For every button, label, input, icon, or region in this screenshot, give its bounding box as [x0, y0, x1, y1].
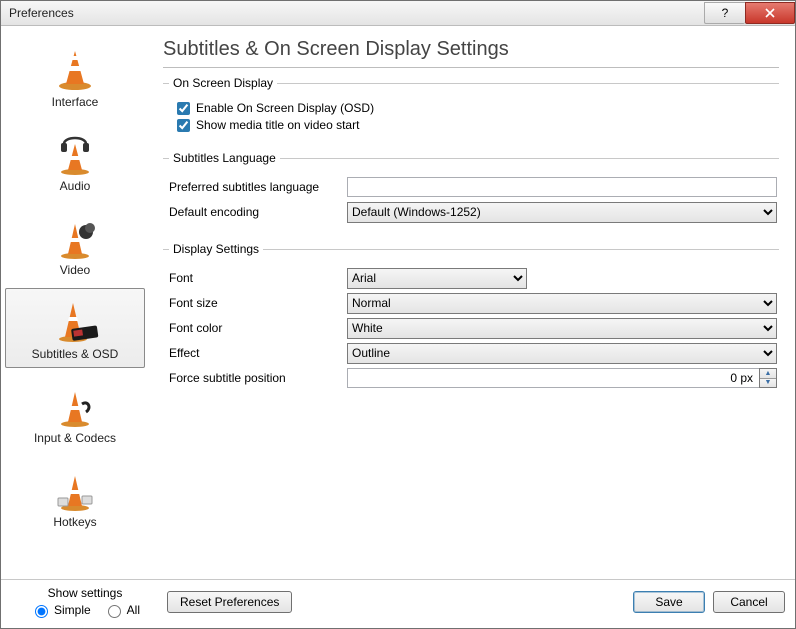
show-settings-label: Show settings [48, 586, 123, 600]
sidebar: Interface Audio [1, 26, 149, 579]
save-button[interactable]: Save [633, 591, 705, 613]
force-position-label: Force subtitle position [169, 371, 347, 385]
checkbox-show-title-label: Show media title on video start [196, 118, 359, 132]
sidebar-item-label: Interface [52, 95, 99, 109]
sidebar-item-label: Audio [60, 179, 91, 193]
cone-icon [52, 43, 98, 95]
font-label: Font [169, 271, 347, 285]
radio-simple-label: Simple [54, 603, 91, 617]
help-icon: ? [722, 7, 729, 19]
radio-all-label: All [127, 603, 140, 617]
radio-all[interactable] [108, 605, 121, 618]
default-encoding-label: Default encoding [169, 205, 347, 219]
preferred-language-label: Preferred subtitles language [169, 180, 347, 194]
group-osd: On Screen Display Enable On Screen Displ… [163, 76, 779, 137]
sidebar-item-audio[interactable]: Audio [5, 120, 145, 200]
radio-simple-wrap[interactable]: Simple [30, 602, 91, 618]
font-select[interactable]: Arial [347, 268, 527, 289]
help-button[interactable]: ? [704, 2, 745, 24]
show-settings: Show settings Simple All [11, 586, 159, 618]
preferences-window: Preferences ? Interfa [0, 0, 796, 629]
keys-cone-icon [52, 463, 98, 515]
font-size-select[interactable]: Normal [347, 293, 777, 314]
force-position-spinner[interactable]: ▲ ▼ [347, 368, 777, 388]
force-position-input[interactable] [347, 368, 759, 388]
preferred-language-input[interactable] [347, 177, 777, 197]
divider [163, 67, 779, 68]
sidebar-item-input-codecs[interactable]: Input & Codecs [5, 372, 145, 452]
checkbox-enable-osd-label: Enable On Screen Display (OSD) [196, 101, 374, 115]
radio-all-wrap[interactable]: All [103, 602, 140, 618]
group-subtitles-language: Subtitles Language Preferred subtitles l… [163, 151, 779, 228]
sidebar-item-interface[interactable]: Interface [5, 36, 145, 116]
group-osd-legend: On Screen Display [169, 76, 277, 90]
plug-cone-icon [52, 379, 98, 431]
sidebar-item-hotkeys[interactable]: Hotkeys [5, 456, 145, 536]
sidebar-item-subtitles-osd[interactable]: Subtitles & OSD [5, 288, 145, 368]
font-color-label: Font color [169, 321, 347, 335]
font-size-label: Font size [169, 296, 347, 310]
checkbox-enable-osd[interactable] [177, 102, 190, 115]
group-subtitles-language-legend: Subtitles Language [169, 151, 280, 165]
page-title: Subtitles & On Screen Display Settings [163, 38, 779, 61]
effect-select[interactable]: Outline [347, 343, 777, 364]
sidebar-item-video[interactable]: Video [5, 204, 145, 284]
window-title: Preferences [9, 6, 74, 20]
radio-simple[interactable] [35, 605, 48, 618]
close-button[interactable] [745, 2, 795, 24]
close-icon [765, 8, 775, 18]
footer: Show settings Simple All Reset Preferenc… [1, 579, 795, 628]
sidebar-item-label: Input & Codecs [34, 431, 116, 445]
group-display-settings: Display Settings Font Arial Font size No… [163, 242, 779, 394]
cancel-button[interactable]: Cancel [713, 591, 785, 613]
sidebar-item-label: Subtitles & OSD [32, 347, 119, 361]
reset-preferences-button[interactable]: Reset Preferences [167, 591, 292, 613]
checkbox-show-title[interactable] [177, 119, 190, 132]
film-cone-icon [52, 211, 98, 263]
effect-label: Effect [169, 346, 347, 360]
font-color-select[interactable]: White [347, 318, 777, 339]
settings-panel: Subtitles & On Screen Display Settings O… [149, 26, 795, 579]
sidebar-item-label: Video [60, 263, 90, 277]
headphones-cone-icon [52, 127, 98, 179]
spinner-down-icon[interactable]: ▼ [760, 379, 776, 388]
spinner-up-icon[interactable]: ▲ [760, 369, 776, 379]
clapper-cone-icon [49, 295, 101, 347]
sidebar-item-label: Hotkeys [53, 515, 96, 529]
default-encoding-select[interactable]: Default (Windows-1252) [347, 202, 777, 223]
group-display-settings-legend: Display Settings [169, 242, 263, 256]
titlebar: Preferences ? [1, 1, 795, 26]
